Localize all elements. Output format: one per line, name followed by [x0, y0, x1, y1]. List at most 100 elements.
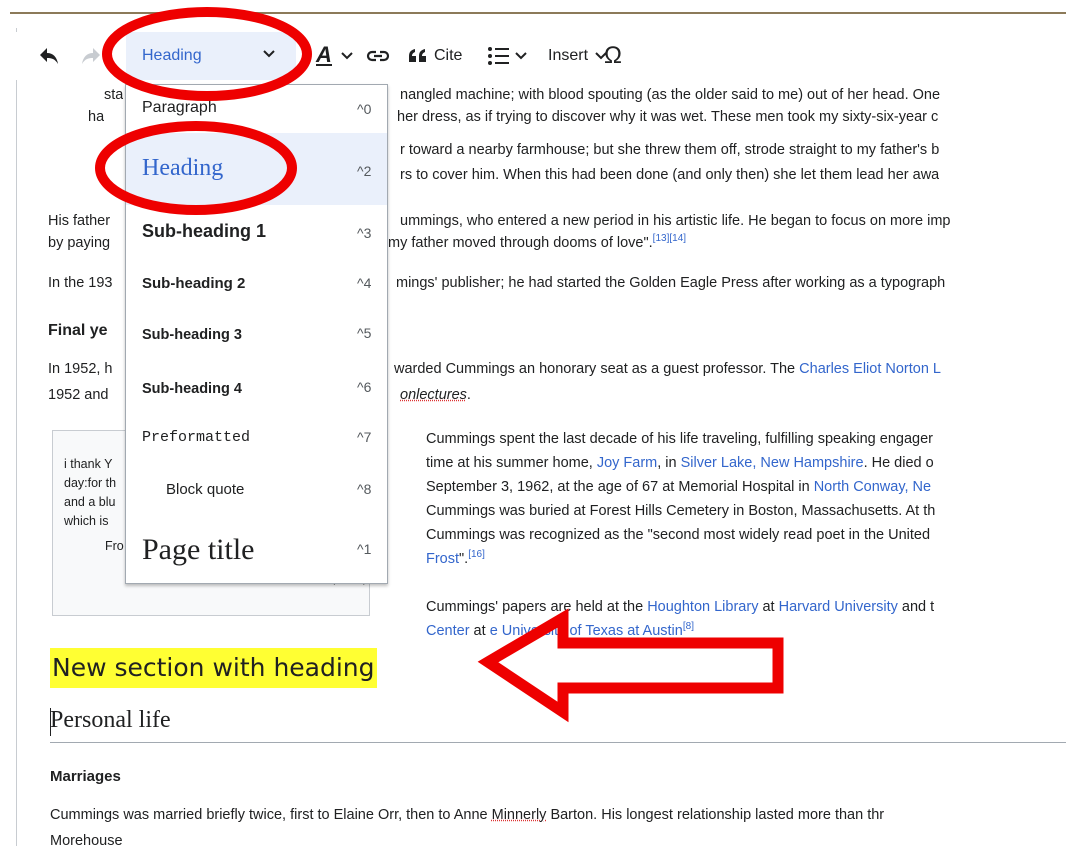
link-icon [366, 50, 390, 62]
poem-line-2: day:for th [64, 476, 117, 490]
side-para-line2-c: . He died o [863, 455, 934, 471]
para1-line2-text: my father moved through dooms of love". [388, 235, 653, 251]
menu-item-shortcut: ^6 [357, 379, 372, 395]
menu-item-page-title[interactable]: Page title ^1 [126, 517, 387, 583]
side-para-line2-b: , in [657, 455, 681, 471]
menu-item-label: Block quote [166, 481, 245, 498]
undo-icon [40, 48, 58, 64]
joy-farm-link[interactable]: Joy Farm [597, 455, 657, 471]
para2-right: mings' publisher; he had started the Gol… [396, 275, 946, 291]
menu-item-preformatted[interactable]: Preformatted ^7 [126, 415, 387, 465]
menu-item-subheading-3[interactable]: Sub-heading 3 ^5 [126, 309, 387, 359]
svg-text:A: A [315, 44, 332, 67]
papers-line2-a: at [469, 623, 490, 639]
redo-button[interactable] [80, 32, 102, 80]
poem-attribution: Fro [105, 539, 124, 553]
text-style-button[interactable]: A [314, 32, 358, 80]
redo-icon [82, 48, 100, 64]
side-para-line6-tail: ". [459, 551, 469, 567]
menu-item-heading[interactable]: Heading ^2 [126, 133, 387, 205]
quote-line-1-right: nangled machine; with blood spouting (as… [400, 87, 941, 103]
menu-item-subheading-4[interactable]: Sub-heading 4 ^6 [126, 359, 387, 415]
harvard-link[interactable]: Harvard University [779, 599, 898, 615]
north-conway-link[interactable]: North Conway, Ne [814, 479, 931, 495]
menu-item-subheading-2[interactable]: Sub-heading 2 ^4 [126, 259, 387, 309]
para1-refs-link[interactable]: [13][14] [653, 233, 686, 244]
para3-line1-text: warded Cummings an honorary seat as a gu… [394, 361, 800, 377]
special-character-button[interactable]: Ω [604, 32, 622, 80]
houghton-library-link[interactable]: Houghton Library [647, 599, 758, 615]
papers-line1-c: and t [897, 599, 935, 615]
menu-item-shortcut: ^0 [357, 101, 372, 117]
side-para-line2-a: time at his summer home, [426, 455, 597, 471]
papers-line1-a: Cummings' papers are held at the [426, 599, 648, 615]
para3-line1-right: warded Cummings an honorary seat as a gu… [394, 358, 941, 380]
misspelled-word: Minnerly [491, 807, 547, 823]
menu-item-label: Sub-heading 3 [142, 327, 242, 343]
frost-link[interactable]: Frost [426, 551, 459, 567]
menu-item-subheading-1[interactable]: Sub-heading 1 ^3 [126, 205, 387, 259]
para3-line2-text: onlectures [400, 387, 467, 403]
para3-line2-left: 1952 and [48, 387, 109, 403]
cite-button[interactable]: Cite [408, 32, 462, 80]
menu-item-paragraph[interactable]: Paragraph ^0 [126, 85, 387, 133]
silver-lake-link[interactable]: Silver Lake, New Hampshire [681, 455, 864, 471]
text-cursor [50, 708, 51, 736]
ut-austin-link[interactable]: e University of Texas at Austin [490, 623, 683, 639]
menu-item-shortcut: ^4 [357, 275, 372, 291]
cite-label: Cite [434, 47, 463, 64]
editor-left-rule [16, 28, 17, 846]
ref-16-link[interactable]: [16] [468, 549, 485, 560]
quote-line-1-left: sta [104, 87, 124, 103]
link-button[interactable] [366, 32, 390, 80]
para1-line1-right: ummings, who entered a new period in his… [400, 213, 951, 229]
poem-line-3: and a blu [64, 495, 116, 509]
para2-left: In the 193 [48, 275, 113, 291]
quote-line-2-right: her dress, as if trying to discover why … [397, 109, 939, 125]
menu-item-block-quote[interactable]: Block quote ^8 [126, 465, 387, 517]
papers-line1-b: at [758, 599, 779, 615]
menu-item-label: Heading [142, 155, 224, 181]
poem-line-4: which is [64, 514, 109, 528]
para1-line1-left: His father [48, 213, 111, 229]
text-style-icon: A [315, 44, 353, 67]
menu-item-label: Preformatted [142, 429, 251, 446]
format-dropdown-label: Heading [142, 47, 202, 64]
insert-label: Insert [548, 47, 589, 64]
menu-item-label: Sub-heading 2 [142, 275, 246, 292]
center-link[interactable]: Center [426, 623, 470, 639]
menu-item-label: Page title [142, 533, 255, 566]
lists-button[interactable] [486, 32, 530, 80]
marriages-line1: Cummings was married briefly twice, firs… [50, 804, 884, 826]
para1-line2-left: by paying [48, 235, 111, 251]
side-para-line3-a: September 3, 1962, at the age of 67 at M… [426, 479, 814, 495]
menu-item-shortcut: ^2 [357, 163, 372, 179]
poem-line-1: i thank Y [64, 457, 113, 471]
personal-life-heading[interactable]: Personal life [50, 700, 1066, 743]
format-menu: Paragraph ^0 Heading ^2 Sub-heading 1 ^3… [125, 84, 388, 584]
side-para-line1: Cummings spent the last decade of his li… [426, 431, 933, 447]
marriages-line1-b: Barton. His longest relationship lasted … [546, 807, 885, 823]
marriages-heading: Marriages [50, 768, 121, 785]
menu-item-shortcut: ^8 [357, 481, 372, 497]
quote-line-2-left: ha [88, 109, 105, 125]
menu-item-shortcut: ^1 [357, 541, 372, 557]
papers-line1: Cummings' papers are held at the Houghto… [426, 596, 934, 618]
undo-button[interactable] [38, 32, 60, 80]
quote-icon [409, 49, 426, 62]
menu-item-shortcut: ^3 [357, 225, 372, 241]
papers-line2: Center at e University of Texas at Austi… [426, 620, 694, 642]
marriages-line2: Morehouse [50, 833, 123, 849]
insert-button[interactable]: Insert [548, 32, 608, 80]
ref-8-link[interactable]: [8] [683, 621, 694, 632]
menu-item-label: Sub-heading 1 [142, 221, 267, 241]
new-section-heading[interactable]: New section with heading [50, 648, 377, 688]
charles-eliot-norton-link[interactable]: Charles Eliot Norton L [799, 361, 941, 377]
list-icon [488, 47, 527, 65]
side-para-line6: Frost".[16] [426, 548, 485, 570]
format-dropdown[interactable]: Heading [126, 32, 296, 80]
final-years-heading: Final ye [48, 322, 108, 339]
side-para-line5: Cummings was recognized as the "second m… [426, 527, 931, 543]
quote-line-3-right: r toward a nearby farmhouse; but she thr… [400, 142, 940, 158]
side-para-line2: time at his summer home, Joy Farm, in Si… [426, 452, 934, 474]
